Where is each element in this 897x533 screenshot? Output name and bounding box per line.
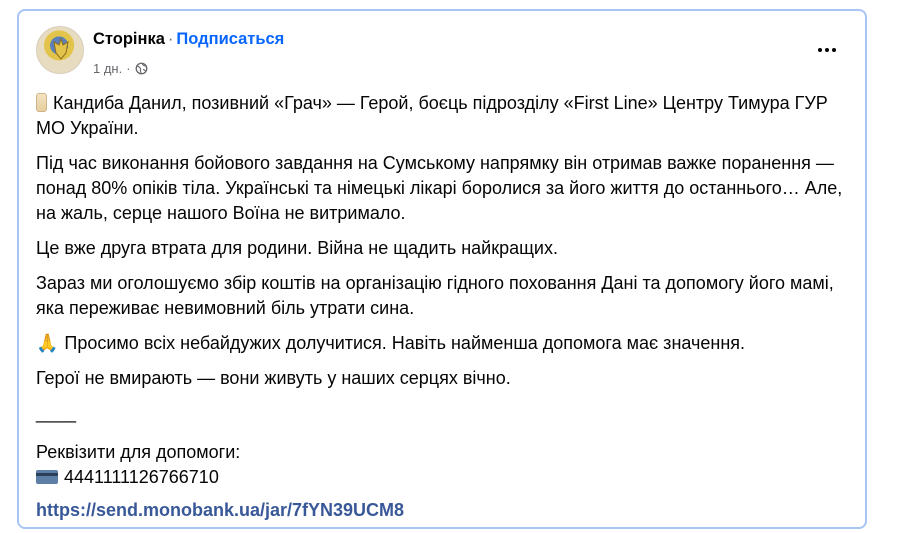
page-name[interactable]: Сторінка: [93, 30, 165, 48]
post-meta: 1 дн. ·: [93, 61, 148, 76]
paragraph-1: Кандиба Данил, позивний «Грач» — Герой, …: [36, 91, 850, 141]
post-body: Кандиба Данил, позивний «Грач» — Герой, …: [36, 91, 850, 533]
donation-link[interactable]: https://send.monobank.ua/jar/7fYN39UCM8: [36, 500, 404, 520]
paragraph-5: 🙏 Просимо всіх небайдужих долучитися. Нав…: [36, 331, 850, 356]
more-dot: [818, 48, 822, 52]
more-options-icon[interactable]: [809, 32, 845, 68]
more-dot: [825, 48, 829, 52]
requisites-label: Реквізити для допомоги:: [36, 442, 241, 462]
globe-icon[interactable]: [135, 62, 148, 75]
divider-line: ____: [36, 403, 77, 423]
meta-separator: ·: [126, 61, 131, 76]
post-timestamp[interactable]: 1 дн.: [93, 61, 122, 76]
page-avatar[interactable]: [36, 26, 84, 74]
more-dot: [832, 48, 836, 52]
card-number-line: 4441111126766710: [36, 465, 850, 490]
card-number: 4441111126766710: [64, 467, 219, 487]
follow-button[interactable]: Подписаться: [176, 30, 284, 48]
paragraph-3: Це вже друга втрата для родини. Війна не…: [36, 238, 558, 258]
paragraph-1-text: Кандиба Данил, позивний «Грач» — Герой, …: [36, 93, 828, 138]
praying-hands-icon: 🙏: [36, 333, 59, 353]
credit-card-icon: [36, 470, 58, 484]
trident-emblem-icon: [53, 37, 69, 60]
paragraph-5-text: Просимо всіх небайдужих долучитися. Наві…: [64, 333, 746, 353]
paragraph-4: Зараз ми оголошуємо збір коштів на орган…: [36, 273, 834, 318]
post-header: Сторінка · Подписаться 1 дн. ·: [36, 24, 849, 80]
paragraph-2: Під час виконання бойового завдання на С…: [36, 153, 843, 223]
donation-link-line: https://send.monobank.ua/jar/7fYN39UCM8: [36, 498, 850, 523]
post-card: Сторінка · Подписаться 1 дн. · Кандиба Дан…: [17, 9, 867, 529]
paragraph-6: Герої не вмирають — вони живуть у наших …: [36, 368, 511, 388]
title-separator: ·: [167, 30, 174, 48]
scroll-icon: [36, 93, 47, 112]
post-title-row: Сторінка · Подписаться: [93, 30, 284, 49]
